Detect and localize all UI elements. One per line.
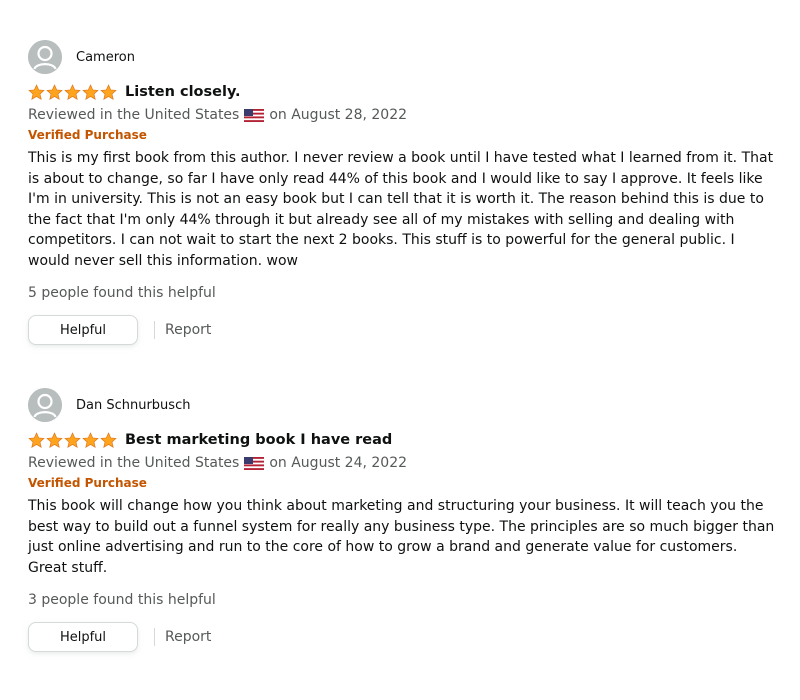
star-rating[interactable]	[28, 83, 117, 101]
review-title[interactable]: Best marketing book I have read	[125, 432, 392, 448]
reviewer-name[interactable]: Cameron	[76, 50, 135, 65]
reviewer-profile[interactable]: Dan Schnurbusch	[28, 388, 788, 422]
review-location: Reviewed in the United States	[28, 455, 240, 471]
verified-purchase-badge[interactable]: Verified Purchase	[28, 476, 788, 492]
helpful-button[interactable]: Helpful	[28, 315, 138, 345]
star-icon	[46, 83, 63, 100]
review-meta: Reviewed in the United States on August …	[28, 105, 788, 125]
review-body: This book will change how you think abou…	[28, 498, 775, 576]
star-icon	[64, 431, 81, 448]
review-location: Reviewed in the United States	[28, 107, 240, 123]
us-flag-icon	[244, 108, 265, 122]
review-title[interactable]: Listen closely.	[125, 84, 241, 100]
us-flag-icon	[244, 456, 265, 470]
star-icon	[28, 83, 45, 100]
helpful-button[interactable]: Helpful	[28, 622, 138, 652]
review-date: on August 24, 2022	[269, 455, 408, 471]
star-icon	[28, 431, 45, 448]
action-divider	[154, 321, 155, 339]
reviewer-name[interactable]: Dan Schnurbusch	[76, 398, 190, 413]
star-icon	[82, 83, 99, 100]
star-icon	[64, 83, 81, 100]
review-date: on August 28, 2022	[269, 107, 408, 123]
review-card: Cameron Listen closely. Reviewed in the …	[28, 40, 788, 345]
review-meta: Reviewed in the United States on August …	[28, 453, 788, 473]
star-icon	[46, 431, 63, 448]
user-silhouette-icon	[28, 40, 62, 74]
verified-purchase-badge[interactable]: Verified Purchase	[28, 128, 788, 144]
star-rating[interactable]	[28, 431, 117, 449]
review-body: This is my first book from this author. …	[28, 150, 774, 269]
action-divider	[154, 628, 155, 646]
user-silhouette-icon	[28, 388, 62, 422]
star-icon	[100, 83, 117, 100]
helpful-count: 5 people found this helpful	[28, 285, 216, 301]
review-card: Dan Schnurbusch Best marketing book I ha…	[28, 388, 788, 652]
report-link[interactable]: Report	[165, 629, 211, 645]
star-icon	[82, 431, 99, 448]
report-link[interactable]: Report	[165, 322, 211, 338]
star-icon	[100, 431, 117, 448]
helpful-count: 3 people found this helpful	[28, 592, 216, 608]
reviewer-profile[interactable]: Cameron	[28, 40, 788, 74]
